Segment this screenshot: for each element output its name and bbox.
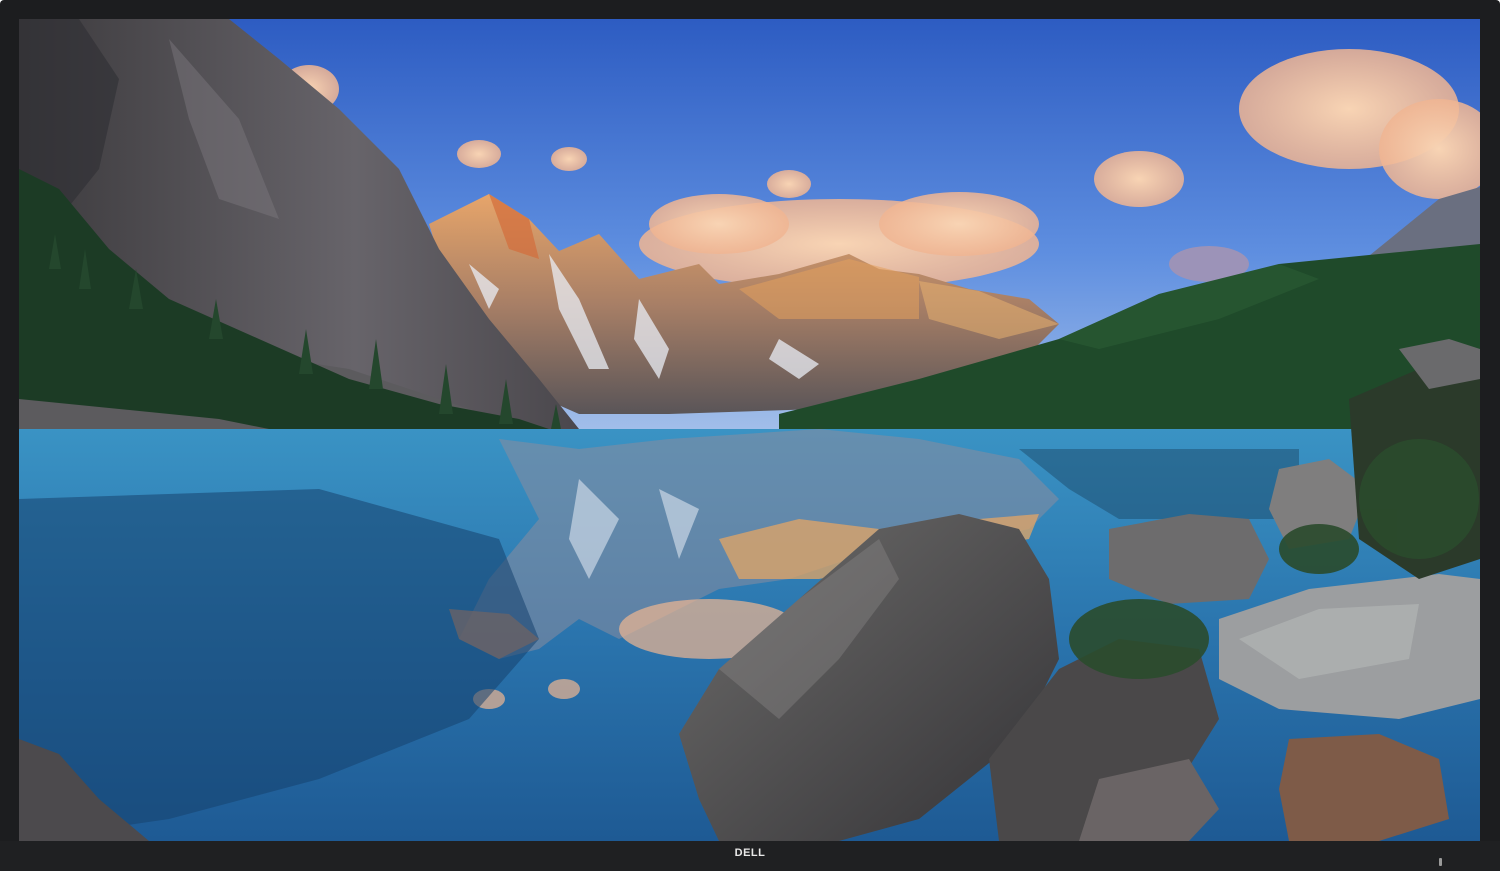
monitor-frame: DELL xyxy=(0,0,1500,871)
power-indicator-icon xyxy=(1439,858,1442,866)
monitor-screen xyxy=(19,19,1480,841)
wallpaper-image xyxy=(19,19,1480,841)
brand-logo: DELL xyxy=(734,847,766,859)
